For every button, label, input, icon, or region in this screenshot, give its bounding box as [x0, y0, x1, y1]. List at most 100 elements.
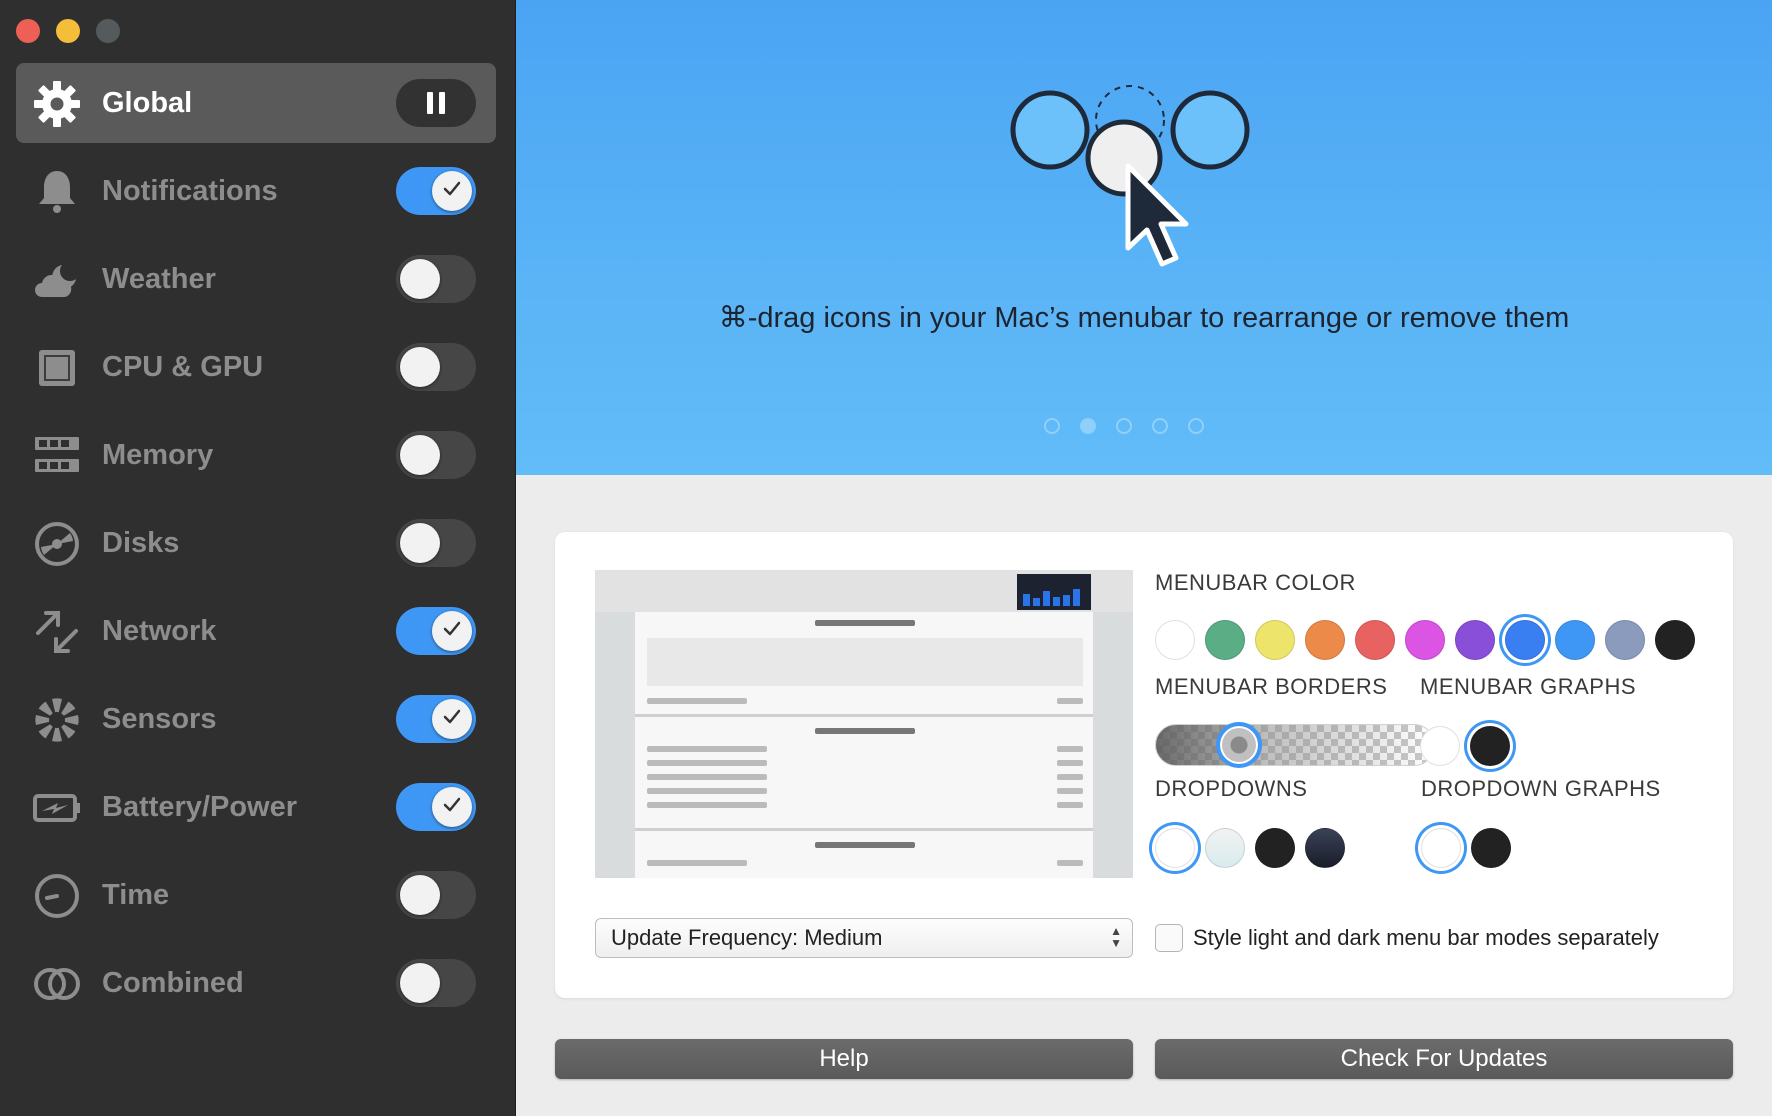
- check-for-updates-button[interactable]: Check For Updates: [1155, 1039, 1733, 1079]
- sidebar-item-label: Battery/Power: [102, 791, 298, 823]
- dropdown-graph-color-swatch[interactable]: [1471, 828, 1511, 868]
- disk-icon: [32, 519, 82, 569]
- sidebar-item-weather[interactable]: Weather: [16, 239, 496, 319]
- module-toggle[interactable]: [396, 695, 476, 743]
- onboarding-hero: ⌘-drag icons in your Mac’s menubar to re…: [516, 0, 1772, 475]
- menubar-borders-slider[interactable]: [1155, 724, 1435, 766]
- sidebar-item-cpu-gpu[interactable]: CPU & GPU: [16, 327, 496, 407]
- sidebar-item-label: CPU & GPU: [102, 351, 264, 383]
- menubar-graph-color-swatch[interactable]: [1470, 726, 1510, 766]
- menubar-color-swatches: [1155, 620, 1705, 660]
- menubar-color-swatch[interactable]: [1605, 620, 1645, 660]
- sidebar: Global Notifications Weather CPU & GPU Memor…: [0, 0, 516, 1116]
- update-frequency-select[interactable]: Update Frequency: Medium ▲ ▼: [595, 918, 1133, 958]
- sidebar-item-label: Memory: [102, 439, 214, 471]
- sidebar-item-sensors[interactable]: Sensors: [16, 679, 496, 759]
- module-toggle[interactable]: [396, 431, 476, 479]
- menubar-color-swatch[interactable]: [1155, 620, 1195, 660]
- dropdown-color-swatch[interactable]: [1205, 828, 1245, 868]
- menubar-color-label: MENUBAR COLOR: [1155, 570, 1356, 595]
- sidebar-item-label: Combined: [102, 967, 244, 999]
- page-dot[interactable]: [1044, 418, 1060, 434]
- sidebar-item-combined[interactable]: Combined: [16, 943, 496, 1023]
- module-toggle[interactable]: [396, 255, 476, 303]
- menubar-color-swatch[interactable]: [1305, 620, 1345, 660]
- close-window-button[interactable]: [16, 19, 40, 43]
- menubar-color-swatch[interactable]: [1405, 620, 1445, 660]
- module-toggle[interactable]: [396, 343, 476, 391]
- zoom-window-button[interactable]: [96, 19, 120, 43]
- gear-icon: [32, 79, 82, 129]
- module-toggle[interactable]: [396, 959, 476, 1007]
- toggle-knob: [400, 963, 440, 1003]
- sidebar-item-label: Sensors: [102, 703, 217, 735]
- menubar-color-swatch[interactable]: [1205, 620, 1245, 660]
- page-indicator: [1044, 418, 1204, 434]
- help-button[interactable]: Help: [555, 1039, 1133, 1079]
- toggle-knob: [432, 611, 472, 651]
- page-dot[interactable]: [1188, 418, 1204, 434]
- module-toggle[interactable]: [396, 607, 476, 655]
- toggle-knob: [400, 875, 440, 915]
- toggle-knob: [400, 347, 440, 387]
- menubar-color-swatch[interactable]: [1455, 620, 1495, 660]
- hero-caption: ⌘-drag icons in your Mac’s menubar to re…: [718, 302, 1570, 334]
- toggle-knob: [400, 523, 440, 563]
- menubar-borders-slider-knob[interactable]: [1216, 722, 1262, 768]
- sidebar-item-network[interactable]: Network: [16, 591, 496, 671]
- module-toggle[interactable]: [396, 871, 476, 919]
- toggle-knob: [432, 699, 472, 739]
- sidebar-item-notifications[interactable]: Notifications: [16, 151, 496, 231]
- combined-icon: [32, 959, 82, 1009]
- menubar-color-swatch[interactable]: [1655, 620, 1695, 660]
- minimize-window-button[interactable]: [56, 19, 80, 43]
- style-separately-checkbox[interactable]: [1155, 924, 1183, 952]
- module-toggle[interactable]: [396, 783, 476, 831]
- dropdown-graph-color-swatch[interactable]: [1421, 828, 1461, 868]
- page-dot[interactable]: [1116, 418, 1132, 434]
- menubar-color-swatch[interactable]: [1255, 620, 1295, 660]
- appearance-settings-card: MENUBAR COLOR MENUBAR BORDERS MENUBAR GR…: [555, 532, 1733, 998]
- dragged-icon-circle: [1085, 119, 1163, 197]
- pause-icon: [439, 92, 445, 114]
- menubar-preview: [595, 570, 1133, 878]
- checkmark-icon: [441, 706, 463, 733]
- menubar-color-swatch[interactable]: [1505, 620, 1545, 660]
- page-dot[interactable]: [1080, 418, 1096, 434]
- dropdown-color-swatch[interactable]: [1255, 828, 1295, 868]
- sidebar-item-label: Global: [102, 87, 193, 119]
- menubar-color-swatch[interactable]: [1355, 620, 1395, 660]
- dropdown-graph-swatches: [1421, 828, 1521, 868]
- menubar-icon-circle-right: [1170, 90, 1250, 170]
- chevron-updown-icon: ▲ ▼: [1110, 924, 1122, 950]
- menubar-color-swatch[interactable]: [1555, 620, 1595, 660]
- menubar-graphs-label: MENUBAR GRAPHS: [1420, 674, 1637, 699]
- page-dot[interactable]: [1152, 418, 1168, 434]
- sidebar-item-disks[interactable]: Disks: [16, 503, 496, 583]
- battery-icon: [32, 783, 82, 833]
- dropdown-color-swatch[interactable]: [1155, 828, 1195, 868]
- drag-illustration: [1010, 85, 1250, 267]
- sidebar-item-time[interactable]: Time: [16, 855, 496, 935]
- sidebar-item-label: Time: [102, 879, 170, 911]
- sidebar-item-global[interactable]: Global: [16, 63, 496, 143]
- toggle-knob: [400, 259, 440, 299]
- cpu-icon: [32, 343, 82, 393]
- menubar-graph-swatches: [1420, 726, 1520, 766]
- update-frequency-value: Update Frequency: Medium: [611, 925, 883, 950]
- pause-button[interactable]: [396, 79, 476, 127]
- dropdown-color-swatch[interactable]: [1305, 828, 1345, 868]
- menubar-graph-color-swatch[interactable]: [1420, 726, 1460, 766]
- sensors-icon: [32, 695, 82, 745]
- sidebar-item-battery-power[interactable]: Battery/Power: [16, 767, 496, 847]
- network-icon: [32, 607, 82, 657]
- sidebar-item-label: Notifications: [102, 175, 278, 207]
- bell-icon: [32, 167, 82, 217]
- weather-icon: [32, 255, 82, 305]
- module-toggle[interactable]: [396, 519, 476, 567]
- sidebar-item-label: Weather: [102, 263, 216, 295]
- sidebar-item-label: Disks: [102, 527, 180, 559]
- toggle-knob: [432, 171, 472, 211]
- module-toggle[interactable]: [396, 167, 476, 215]
- sidebar-item-memory[interactable]: Memory: [16, 415, 496, 495]
